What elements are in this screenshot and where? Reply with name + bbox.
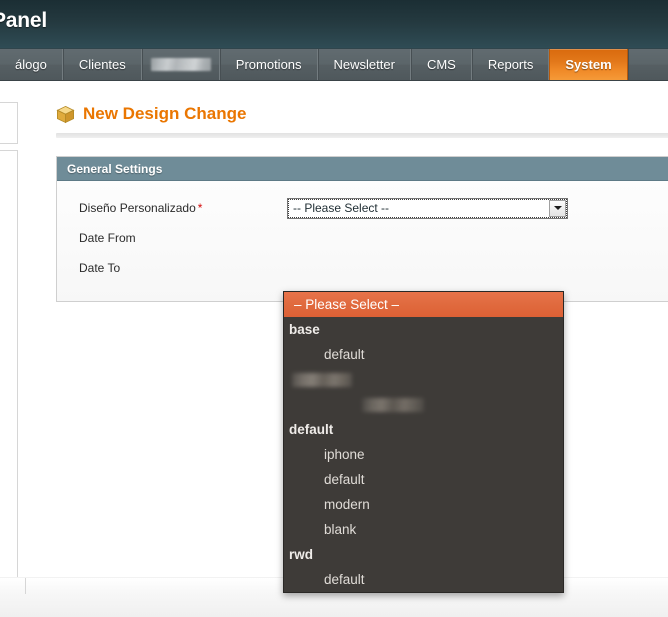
dropdown-group-rwd[interactable]: rwd (284, 542, 563, 567)
dropdown-group-base[interactable]: base (284, 317, 563, 342)
dropdown-group-label: rwd (289, 547, 314, 562)
sidebar-panel-main-stub (0, 150, 18, 580)
fieldset-body: Diseño Personalizado * -- Please Select -… (57, 181, 668, 301)
nav-tab-label: Newsletter (333, 57, 395, 72)
nav-tab-redacted[interactable] (141, 49, 220, 80)
field-custom-design-label: Diseño Personalizado * (79, 201, 287, 215)
required-asterisk: * (197, 201, 203, 215)
dropdown-option-default-default[interactable]: default (284, 467, 563, 492)
dropdown-option-redacted[interactable] (284, 392, 563, 417)
dropdown-group-default[interactable]: default (284, 417, 563, 442)
nav-tab-label: Promotions (235, 57, 302, 72)
field-date-from-row: Date From (57, 223, 668, 253)
dropdown-option-label: default (324, 572, 365, 587)
field-date-from-label: Date From (79, 231, 136, 245)
redacted-label-icon (292, 372, 352, 387)
redacted-label-icon (150, 58, 211, 71)
field-date-to-label: Date To (79, 261, 121, 275)
nav-filler (627, 49, 668, 80)
dropdown-option-default-modern[interactable]: modern (284, 492, 563, 517)
page-body: New Design Change General Settings Diseñ… (0, 82, 668, 593)
nav-tab-reports[interactable]: Reports (471, 49, 550, 80)
footer-divider (25, 578, 26, 594)
fieldset-legend: General Settings (57, 157, 668, 181)
dropdown-option-default-iphone[interactable]: iphone (284, 442, 563, 467)
dropdown-option-rwd-default[interactable]: default (284, 567, 563, 592)
nav-tab-catalog[interactable]: álogo (0, 49, 63, 80)
dropdown-option-please-select[interactable]: – Please Select – (284, 292, 563, 317)
field-custom-design-control: -- Please Select -- (287, 197, 568, 219)
custom-design-select-value: -- Please Select -- (293, 201, 390, 215)
title-divider (56, 133, 668, 138)
dropdown-group-label: base (289, 322, 320, 337)
dropdown-option-label: – Please Select – (294, 297, 400, 312)
box-package-icon (56, 105, 75, 123)
dropdown-group-label: default (289, 422, 334, 437)
nav-tab-promotions[interactable]: Promotions (219, 49, 318, 80)
nav-tab-label: System (565, 57, 612, 72)
dropdown-option-label: blank (324, 522, 357, 537)
dropdown-option-label: iphone (324, 447, 365, 462)
redacted-label-icon (362, 397, 424, 412)
nav-tab-label: álogo (15, 57, 47, 72)
nav-tab-label: Reports (487, 57, 534, 72)
dropdown-option-label: default (324, 347, 365, 362)
custom-design-dropdown-list[interactable]: – Please Select – base default default i… (283, 291, 564, 593)
dropdown-group-redacted[interactable] (284, 367, 563, 392)
label-text: Diseño Personalizado (79, 201, 196, 215)
chevron-down-icon[interactable] (549, 199, 566, 217)
nav-tab-label: CMS (426, 57, 456, 72)
dropdown-option-label: default (324, 472, 365, 487)
page-title: New Design Change (40, 82, 668, 124)
admin-header: Panel (0, 0, 668, 48)
nav-tab-label: Clientes (78, 57, 126, 72)
dropdown-option-base-default[interactable]: default (284, 342, 563, 367)
nav-tab-cms[interactable]: CMS (410, 49, 472, 80)
content-column: New Design Change General Settings Diseñ… (40, 82, 668, 302)
general-settings-fieldset: General Settings Diseño Personalizado * -… (56, 156, 668, 302)
nav-tab-clientes[interactable]: Clientes (62, 49, 142, 80)
custom-design-select[interactable]: -- Please Select -- (287, 197, 568, 219)
page-title-text: New Design Change (83, 104, 247, 123)
field-date-to-row: Date To (57, 253, 668, 283)
dropdown-option-default-blank[interactable]: blank (284, 517, 563, 542)
dropdown-option-label: modern (324, 497, 370, 512)
nav-tab-newsletter[interactable]: Newsletter (317, 49, 411, 80)
field-custom-design-row: Diseño Personalizado * -- Please Select -… (57, 193, 668, 223)
nav-tab-system[interactable]: System (549, 49, 628, 80)
main-navigation: álogo Clientes Promotions Newsletter CMS… (0, 48, 668, 81)
admin-header-title: Panel (0, 9, 48, 32)
sidebar-panel-top-stub (0, 102, 18, 144)
